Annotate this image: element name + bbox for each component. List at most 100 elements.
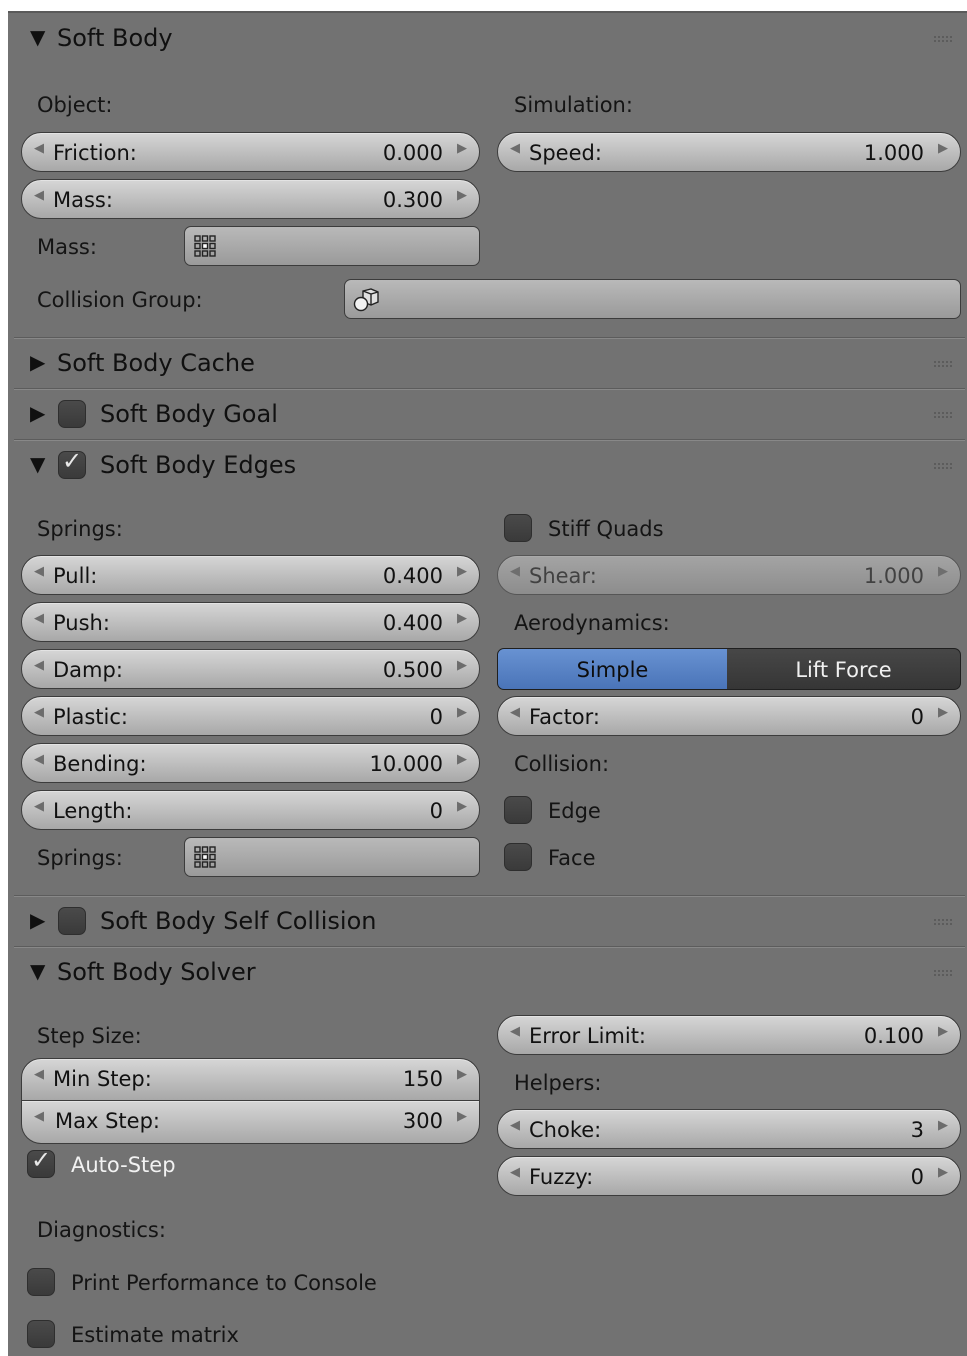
decrement-arrow-icon[interactable]: ◀ [34, 658, 44, 673]
decrement-arrow-icon[interactable]: ◀ [34, 141, 44, 156]
increment-arrow-icon[interactable]: ▶ [938, 705, 948, 720]
step-size-label: Step Size: [37, 1024, 142, 1048]
expand-triangle-icon[interactable]: ▶ [30, 350, 45, 374]
field-value: 10.000 [369, 752, 443, 776]
increment-arrow-icon[interactable]: ▶ [938, 1165, 948, 1180]
field-value: 0.300 [382, 188, 443, 212]
increment-arrow-icon[interactable]: ▶ [938, 564, 948, 579]
decrement-arrow-icon[interactable]: ◀ [510, 564, 520, 579]
fuzzy-field[interactable]: ◀ Fuzzy: 0 ▶ [497, 1156, 961, 1196]
drag-grip-icon[interactable] [933, 918, 953, 926]
mass-field[interactable]: ◀ Mass: 0.300 ▶ [21, 179, 480, 219]
choke-field[interactable]: ◀ Choke: 3 ▶ [497, 1109, 961, 1149]
self-collision-enable-checkbox[interactable] [58, 907, 86, 935]
decrement-arrow-icon[interactable]: ◀ [510, 1024, 520, 1039]
drag-grip-icon[interactable] [933, 411, 953, 419]
simulation-label: Simulation: [514, 93, 633, 117]
drag-grip-icon[interactable] [933, 462, 953, 470]
goal-enable-checkbox[interactable] [58, 400, 86, 428]
panel-header-soft-body-edges[interactable]: ▼ ✓ Soft Body Edges [8, 440, 967, 490]
collapse-triangle-icon[interactable]: ▼ [30, 25, 45, 49]
bending-field[interactable]: ◀ Bending: 10.000 ▶ [21, 743, 480, 783]
print-performance-label: Print Performance to Console [71, 1271, 377, 1295]
stiff-quads-checkbox[interactable] [504, 514, 532, 542]
increment-arrow-icon[interactable]: ▶ [457, 141, 467, 156]
panel-title: Soft Body Self Collision [100, 907, 377, 935]
speed-field[interactable]: ◀ Speed: 1.000 ▶ [497, 132, 961, 172]
collision-face-label: Face [548, 846, 596, 870]
increment-arrow-icon[interactable]: ▶ [457, 564, 467, 579]
decrement-arrow-icon[interactable]: ◀ [34, 752, 44, 767]
decrement-arrow-icon[interactable]: ◀ [34, 1067, 44, 1082]
collision-edge-checkbox[interactable] [504, 796, 532, 824]
collision-face-checkbox[interactable] [504, 843, 532, 871]
mass-vgroup-label: Mass: [37, 235, 97, 259]
decrement-arrow-icon[interactable]: ◀ [34, 188, 44, 203]
increment-arrow-icon[interactable]: ▶ [457, 611, 467, 626]
increment-arrow-icon[interactable]: ▶ [457, 752, 467, 767]
field-value: 150 [402, 1067, 443, 1091]
vertex-group-icon [194, 235, 216, 257]
friction-field[interactable]: ◀ Friction: 0.000 ▶ [21, 132, 480, 172]
properties-editor: ▼ Soft Body Object: Simulation: ◀ Fricti… [8, 11, 967, 1356]
decrement-arrow-icon[interactable]: ◀ [34, 611, 44, 626]
mass-vertex-group-field[interactable] [184, 226, 480, 266]
field-value: 0 [429, 705, 443, 729]
pull-field[interactable]: ◀ Pull: 0.400 ▶ [21, 555, 480, 595]
increment-arrow-icon[interactable]: ▶ [457, 799, 467, 814]
collapse-triangle-icon[interactable]: ▼ [30, 959, 45, 983]
aerodynamics-label: Aerodynamics: [514, 611, 670, 635]
edges-enable-checkbox[interactable]: ✓ [58, 449, 86, 479]
collision-edge-label: Edge [548, 799, 601, 823]
panel-header-soft-body-goal[interactable]: ▶ Soft Body Goal [8, 389, 967, 439]
increment-arrow-icon[interactable]: ▶ [457, 188, 467, 203]
increment-arrow-icon[interactable]: ▶ [938, 141, 948, 156]
increment-arrow-icon[interactable]: ▶ [938, 1118, 948, 1133]
field-label: Min Step: [53, 1067, 152, 1091]
collapse-triangle-icon[interactable]: ▼ [30, 452, 45, 476]
error-limit-field[interactable]: ◀ Error Limit: 0.100 ▶ [497, 1015, 961, 1055]
decrement-arrow-icon[interactable]: ◀ [34, 1109, 44, 1124]
panel-header-soft-body-cache[interactable]: ▶ Soft Body Cache [8, 338, 967, 388]
increment-arrow-icon[interactable]: ▶ [457, 1109, 467, 1124]
increment-arrow-icon[interactable]: ▶ [457, 658, 467, 673]
aero-lift-force-button[interactable]: Lift Force [727, 648, 961, 690]
decrement-arrow-icon[interactable]: ◀ [34, 799, 44, 814]
estimate-matrix-checkbox[interactable] [27, 1320, 55, 1348]
factor-field[interactable]: ◀ Factor: 0 ▶ [497, 696, 961, 736]
auto-step-checkbox[interactable]: ✓ [27, 1148, 55, 1178]
increment-arrow-icon[interactable]: ▶ [938, 1024, 948, 1039]
collision-group-field[interactable] [344, 279, 961, 319]
vertex-group-icon [194, 846, 216, 868]
drag-grip-icon[interactable] [933, 360, 953, 368]
field-value: 0 [910, 705, 924, 729]
decrement-arrow-icon[interactable]: ◀ [510, 705, 520, 720]
length-field[interactable]: ◀ Length: 0 ▶ [21, 790, 480, 830]
shear-field[interactable]: ◀ Shear: 1.000 ▶ [497, 555, 961, 595]
aero-simple-button[interactable]: Simple [497, 648, 728, 690]
print-performance-checkbox[interactable] [27, 1268, 55, 1296]
panel-title: Soft Body Edges [100, 451, 297, 479]
increment-arrow-icon[interactable]: ▶ [457, 705, 467, 720]
drag-grip-icon[interactable] [933, 969, 953, 977]
decrement-arrow-icon[interactable]: ◀ [510, 1118, 520, 1133]
damp-field[interactable]: ◀ Damp: 0.500 ▶ [21, 649, 480, 689]
decrement-arrow-icon[interactable]: ◀ [34, 564, 44, 579]
springs-vertex-group-field[interactable] [184, 837, 480, 877]
min-step-field[interactable]: ◀ Min Step: 150 ▶ [21, 1058, 480, 1101]
expand-triangle-icon[interactable]: ▶ [30, 908, 45, 932]
decrement-arrow-icon[interactable]: ◀ [510, 1165, 520, 1180]
panel-header-soft-body-solver[interactable]: ▼ Soft Body Solver [8, 947, 967, 997]
decrement-arrow-icon[interactable]: ◀ [34, 705, 44, 720]
drag-grip-icon[interactable] [933, 35, 953, 43]
field-value: 3 [910, 1118, 924, 1142]
push-field[interactable]: ◀ Push: 0.400 ▶ [21, 602, 480, 642]
field-label: Choke: [529, 1118, 602, 1142]
increment-arrow-icon[interactable]: ▶ [457, 1067, 467, 1082]
panel-header-soft-body[interactable]: ▼ Soft Body [8, 13, 967, 63]
expand-triangle-icon[interactable]: ▶ [30, 401, 45, 425]
panel-header-soft-body-self-collision[interactable]: ▶ Soft Body Self Collision [8, 896, 967, 946]
decrement-arrow-icon[interactable]: ◀ [510, 141, 520, 156]
plastic-field[interactable]: ◀ Plastic: 0 ▶ [21, 696, 480, 736]
max-step-field[interactable]: ◀ Max Step: 300 ▶ [21, 1101, 480, 1144]
